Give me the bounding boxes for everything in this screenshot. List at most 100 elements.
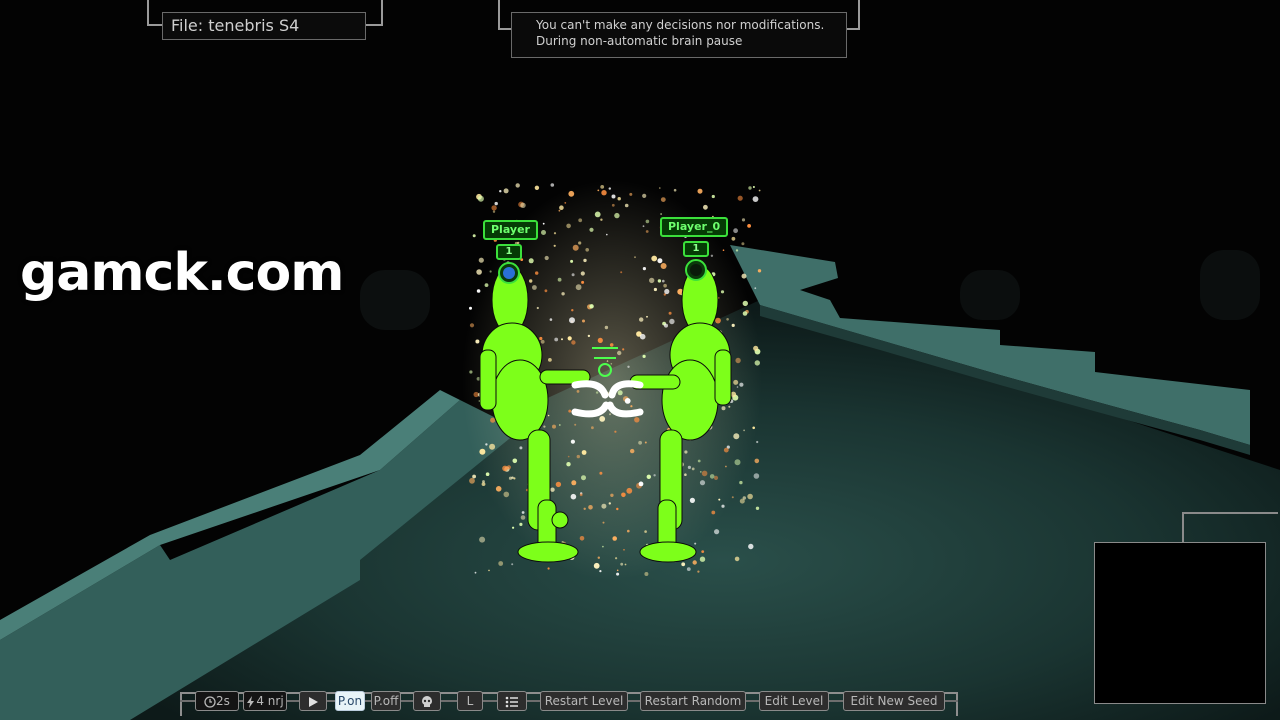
play-button[interactable] [299,691,327,711]
spark-particle [535,271,539,275]
spark-particle [576,454,580,459]
spark-particle [554,337,559,342]
spark-particle [755,506,760,510]
spark-particle [606,360,609,362]
spark-particle [697,570,700,573]
edit-new-seed-button[interactable]: Edit New Seed [843,691,945,711]
time-display: 2s [195,691,239,711]
spark-particle [646,315,648,318]
spark-particle [558,424,561,426]
spark-particle [539,336,543,341]
spark-particle [664,323,668,328]
spark-particle [597,337,603,343]
spark-particle [519,522,523,527]
spark-particle [642,267,647,271]
spark-particle [566,462,571,467]
spark-particle [469,306,472,310]
spark-particle [498,561,504,566]
spark-particle [492,210,496,213]
spark-particle [703,204,708,210]
spark-particle [723,447,729,453]
spark-particle [478,257,484,263]
spark-particle [570,259,574,263]
spark-particle [600,185,605,189]
game-scene [0,0,1280,720]
spark-particle [521,511,525,514]
spark-particle [742,300,748,307]
spark-particle [739,480,743,485]
spark-particle [534,185,540,190]
spark-particle [570,493,577,500]
spark-particle [499,190,502,193]
spark-particle [511,563,514,566]
spark-particle [600,218,603,221]
spark-particle [588,505,593,510]
spark-particle [567,455,570,458]
spark-particle [739,498,745,504]
spark-particle [489,270,492,273]
spark-particle [477,195,484,202]
l-button[interactable]: L [457,691,483,711]
restart-level-button[interactable]: Restart Level [540,691,628,711]
spark-particle [747,224,751,228]
spark-particle [699,471,702,473]
spark-particle [558,209,561,212]
spark-particle [495,486,502,492]
spark-particle [653,287,658,292]
spark-particle [733,228,738,234]
spark-particle [718,498,721,501]
spark-particle [754,458,760,464]
pause-on-button[interactable]: P.on [335,691,365,711]
spark-particle [485,472,490,477]
skull-button[interactable] [413,691,441,711]
minimap[interactable] [1094,542,1266,704]
spark-particle [474,571,477,574]
spark-particle [617,390,623,396]
watermark: gamck.com [20,243,344,303]
energy-display: 4 nrj [243,691,287,711]
spark-particle [611,203,615,207]
spark-particle [630,448,635,454]
lightning-icon [247,695,255,708]
spark-particle [547,567,550,570]
list-button[interactable] [497,691,527,711]
spark-particle [559,205,564,210]
spark-particle [737,195,743,201]
spark-particle [511,476,514,479]
spark-particle [743,429,745,432]
spark-particle [595,391,599,394]
spark-particle [555,481,562,488]
spark-particle [734,556,740,562]
spark-particle [721,406,726,411]
spark-particle [639,333,646,340]
spark-particle [581,280,585,284]
pause-off-button[interactable]: P.off [371,691,401,711]
spark-particle [620,562,624,566]
spark-particle [616,569,619,572]
spark-particle [475,339,480,344]
spark-particle [568,409,572,413]
spark-particle [731,236,736,241]
restart-random-button[interactable]: Restart Random [640,691,746,711]
spark-particle [583,258,587,263]
spark-particle [579,493,583,497]
spark-particle [571,480,577,486]
spark-particle [557,277,562,282]
spark-particle [571,309,574,312]
spark-particle [489,443,496,450]
spark-particle [681,562,686,567]
spark-particle [622,348,625,351]
spark-particle [520,515,526,520]
spark-particle [488,569,490,572]
spark-particle [569,317,575,324]
spark-particle [566,223,571,229]
spark-particle [623,549,625,551]
edit-level-button[interactable]: Edit Level [759,691,829,711]
spark-particle [686,567,691,571]
spark-particle [472,234,476,238]
spark-particle [608,187,611,190]
spark-particle [617,350,622,356]
spark-particle [624,563,627,566]
spark-particle [608,502,611,505]
spark-particle [624,398,631,404]
